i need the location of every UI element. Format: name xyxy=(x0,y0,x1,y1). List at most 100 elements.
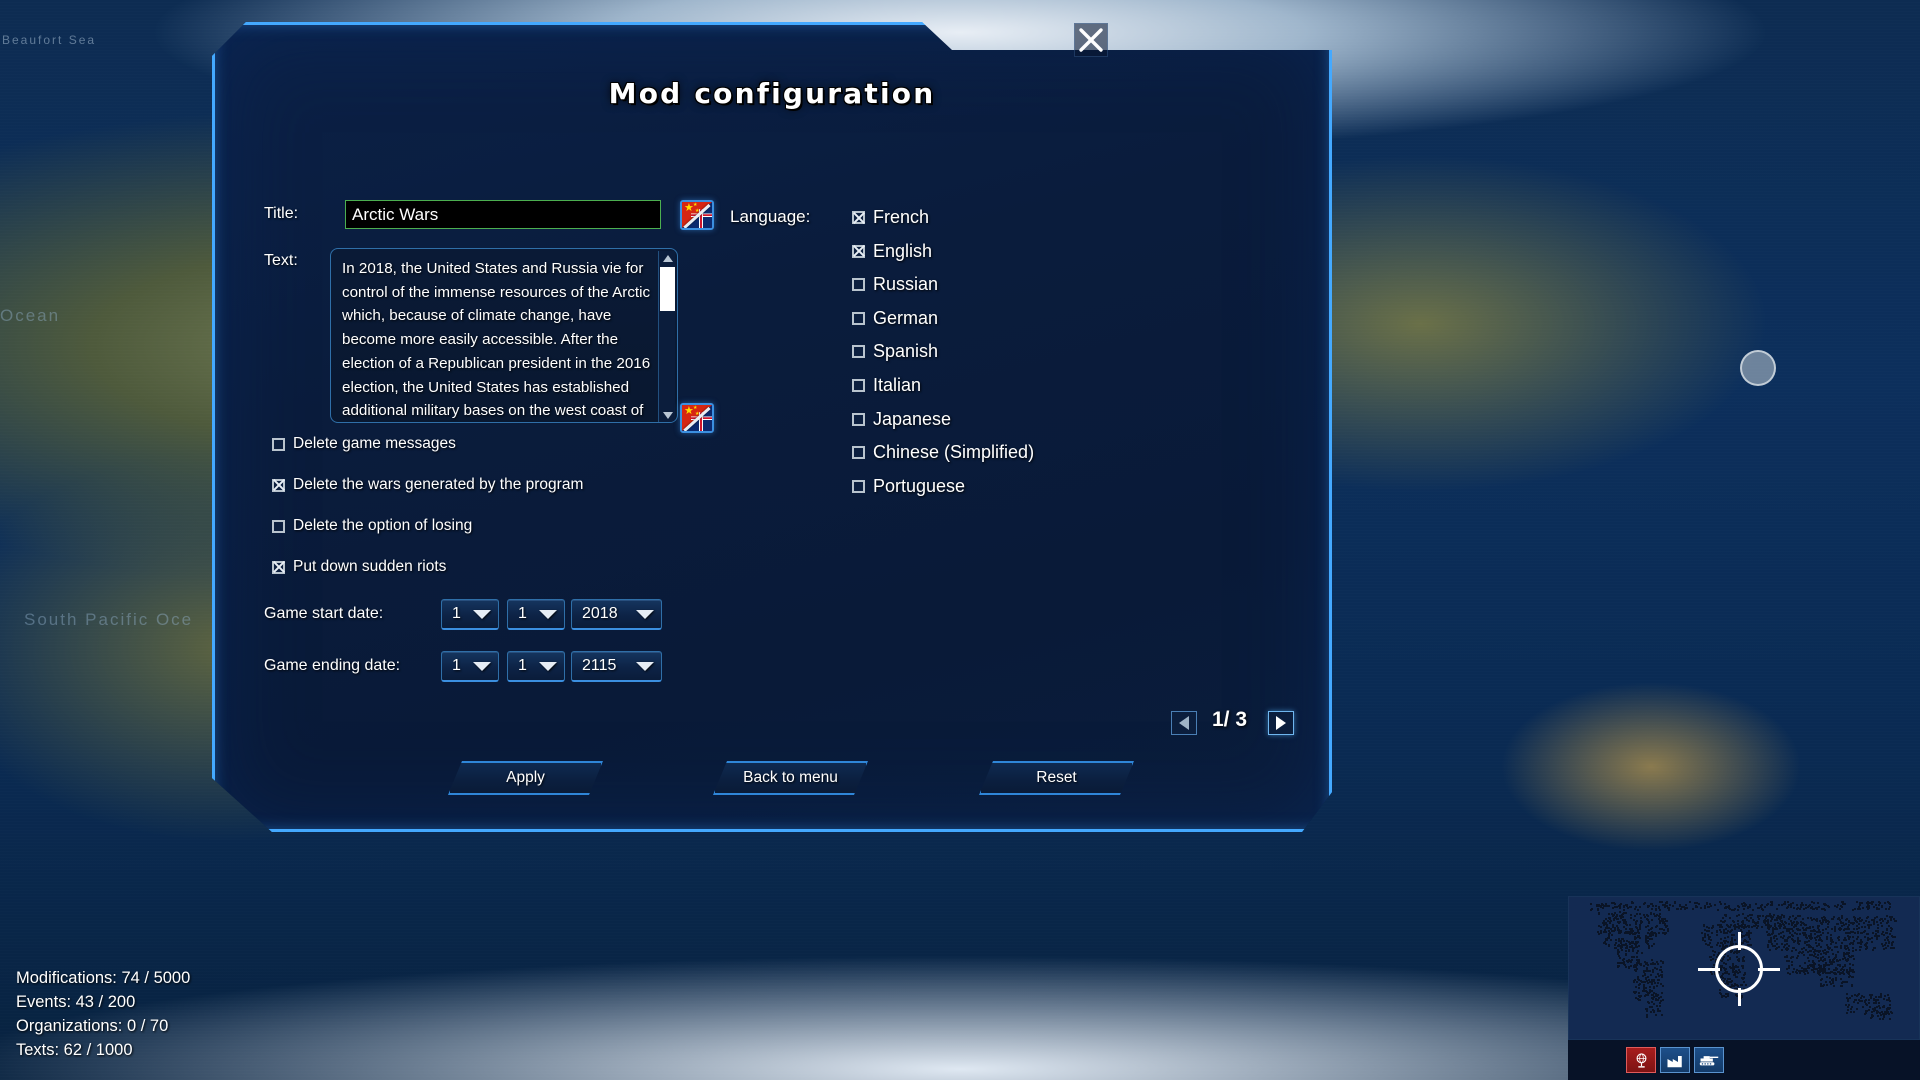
chevron-down-icon xyxy=(473,609,491,619)
triangle-left-icon xyxy=(1179,716,1189,730)
stats-overlay: Modifications: 74 / 5000 Events: 43 / 20… xyxy=(16,966,190,1062)
hud-politics-button[interactable] xyxy=(1626,1047,1656,1073)
language-checkbox-german[interactable]: German xyxy=(852,308,938,329)
start-date-month-value: 1 xyxy=(518,605,527,622)
back-to-menu-button[interactable]: Back to menu xyxy=(713,761,868,795)
pager-position: 1/ 3 xyxy=(1212,708,1248,731)
start-date-year-value: 2018 xyxy=(582,605,618,622)
language-label-text: Japanese xyxy=(873,408,952,429)
end-date-day-select[interactable]: 1 xyxy=(441,651,499,682)
language-checkbox-italian[interactable]: Italian xyxy=(852,375,921,396)
language-checkbox-portuguese[interactable]: Portuguese xyxy=(852,476,965,497)
checkbox-checked-icon xyxy=(272,560,285,574)
checkbox-checked-icon xyxy=(272,478,285,492)
description-text: In 2018, the United States and Russia vi… xyxy=(342,260,651,420)
checkbox-unchecked-icon xyxy=(852,479,865,493)
language-checkbox-japanese[interactable]: Japanese xyxy=(852,409,951,430)
close-dialog-button[interactable] xyxy=(1074,23,1108,57)
translate-text-button[interactable]: ★ ★ ★ xyxy=(680,403,714,433)
start-date-year-select[interactable]: 2018 xyxy=(571,599,662,630)
title-field-label: Title: xyxy=(264,205,299,222)
option-checkbox-4[interactable]: Put down sudden riots xyxy=(272,558,446,576)
language-label-text: Italian xyxy=(873,375,922,395)
language-label-text: Chinese (Simplified) xyxy=(873,442,1035,463)
reset-button-label: Reset xyxy=(1036,769,1077,786)
start-date-day-select[interactable]: 1 xyxy=(441,599,499,630)
translate-title-button[interactable]: ★ ★ ★ xyxy=(680,200,714,230)
checkbox-unchecked-icon xyxy=(852,278,865,292)
chevron-down-icon xyxy=(636,661,654,671)
checkbox-checked-icon xyxy=(852,244,865,258)
map-compass-icon xyxy=(1740,350,1776,386)
end-date-month-select[interactable]: 1 xyxy=(507,651,565,682)
game-ending-date-label: Game ending date: xyxy=(264,657,401,674)
dialog-title: Mod configuration xyxy=(608,77,936,110)
language-checkbox-chinese-simplified[interactable]: Chinese (Simplified) xyxy=(852,442,1034,463)
apply-button[interactable]: Apply xyxy=(448,761,603,795)
language-checkbox-english[interactable]: English xyxy=(852,241,932,262)
screen-root: Ocean South Pacific Oce Beaufort Sea Mod… xyxy=(0,0,1920,1080)
option-checkbox-3[interactable]: Delete the option of losing xyxy=(272,517,472,535)
language-label-text: Spanish xyxy=(873,341,939,362)
checkbox-unchecked-icon xyxy=(852,345,865,359)
title-input[interactable] xyxy=(345,200,661,229)
chevron-down-icon xyxy=(473,661,491,671)
option-checkbox-1[interactable]: Delete game messages xyxy=(272,435,456,453)
checkbox-unchecked-icon xyxy=(272,437,285,451)
option-checkbox-2[interactable]: Delete the wars generated by the program xyxy=(272,476,583,494)
checkbox-checked-icon xyxy=(852,211,865,224)
game-start-date-label: Game start date: xyxy=(264,605,384,622)
stat-modifications: Modifications: 74 / 5000 xyxy=(16,969,191,987)
end-date-year-value: 2115 xyxy=(582,657,617,674)
option-label-text: Delete game messages xyxy=(293,435,456,452)
reset-button[interactable]: Reset xyxy=(979,761,1134,795)
chevron-down-icon xyxy=(539,661,557,671)
stat-organizations: Organizations: 0 / 70 xyxy=(16,1017,169,1035)
end-date-year-select[interactable]: 2115 xyxy=(571,651,662,682)
mod-configuration-dialog: Mod configuration Title: ★ ★ ★ Text: In … xyxy=(212,22,1332,832)
start-date-month-select[interactable]: 1 xyxy=(507,599,565,630)
language-label-text: German xyxy=(873,307,939,328)
option-label-text: Delete the wars generated by the program xyxy=(293,476,584,493)
description-textarea[interactable]: In 2018, the United States and Russia vi… xyxy=(330,248,678,423)
hud-button-bar xyxy=(1568,1040,1920,1080)
stat-texts: Texts: 62 / 1000 xyxy=(16,1041,133,1059)
chevron-down-icon xyxy=(636,609,654,619)
end-date-month-value: 1 xyxy=(518,657,527,674)
stat-events: Events: 43 / 200 xyxy=(16,993,136,1011)
world-minimap[interactable] xyxy=(1568,896,1920,1040)
close-icon xyxy=(1079,28,1103,52)
scrollbar-thumb[interactable] xyxy=(660,267,675,311)
pager-next-button[interactable] xyxy=(1268,711,1294,735)
checkbox-unchecked-icon xyxy=(272,519,285,533)
language-checkbox-russian[interactable]: Russian xyxy=(852,274,938,295)
apply-button-label: Apply xyxy=(506,769,545,786)
text-field-label: Text: xyxy=(264,252,298,269)
globe-podium-icon xyxy=(1636,1052,1646,1068)
end-date-day-value: 1 xyxy=(452,657,461,674)
checkbox-unchecked-icon xyxy=(852,379,865,392)
back-to-menu-button-label: Back to menu xyxy=(743,769,838,786)
scroll-up-icon[interactable] xyxy=(659,251,676,265)
language-label-text: French xyxy=(873,207,930,227)
language-checkbox-french[interactable]: French xyxy=(852,207,929,228)
option-label-text: Delete the option of losing xyxy=(293,517,473,534)
option-label-text: Put down sudden riots xyxy=(293,558,447,575)
language-label-text: Portuguese xyxy=(873,475,966,496)
chevron-down-icon xyxy=(539,609,557,619)
crosshair-icon xyxy=(1698,932,1780,1006)
checkbox-unchecked-icon xyxy=(852,412,865,426)
tank-icon xyxy=(1699,1056,1719,1066)
scroll-down-icon[interactable] xyxy=(659,408,676,422)
language-label: Language: xyxy=(730,207,811,226)
hud-economy-button[interactable] xyxy=(1660,1047,1690,1073)
language-checkbox-spanish[interactable]: Spanish xyxy=(852,341,938,362)
hud-military-button[interactable] xyxy=(1694,1047,1724,1073)
factory-icon xyxy=(1667,1055,1682,1067)
pager-prev-button[interactable] xyxy=(1171,711,1197,735)
checkbox-unchecked-icon xyxy=(852,311,865,325)
description-scrollbar[interactable] xyxy=(658,251,675,422)
checkbox-unchecked-icon xyxy=(852,446,865,460)
language-label-text: Russian xyxy=(873,274,939,295)
triangle-right-icon xyxy=(1276,716,1286,730)
